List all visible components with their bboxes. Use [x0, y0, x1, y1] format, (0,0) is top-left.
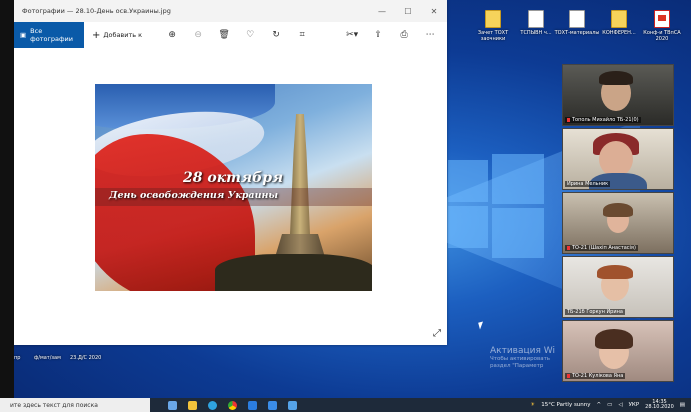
add-to-label: Добавить к — [103, 31, 143, 39]
delete-icon[interactable]: 🗑 — [214, 27, 234, 43]
photos-app-icon[interactable] — [284, 398, 300, 412]
desktop-icon-folder[interactable]: Зачет ТОХТ заочники — [469, 10, 517, 42]
participant-tile[interactable]: Тополь Михайло ТБ-21(0) — [562, 64, 674, 126]
desktop-icon-label: ТОХТ-материалы — [554, 30, 600, 36]
desktop-icon-label: Зачет ТОХТ заочники — [477, 30, 509, 42]
photos-toolbar: ▣ Все фотографии + Добавить к ⊕ ⊖ 🗑 ♡ ↻ … — [14, 22, 447, 48]
system-tray: ☀ 15°C Partly sunny ^ ▭ ◁ УКР 14:35 28.1… — [530, 400, 691, 410]
crop-icon[interactable]: ⌗ — [292, 27, 312, 43]
mic-muted-icon — [567, 373, 570, 378]
statue-figure — [289, 114, 311, 244]
participant-name: Ирина Мельник — [567, 181, 609, 187]
participant-name: ТО-21 Кулікова Яна — [572, 373, 624, 379]
close-button[interactable]: ✕ — [421, 7, 447, 16]
all-photos-button[interactable]: ▣ Все фотографии — [14, 22, 84, 48]
windows-activation-watermark: Активация Wi Чтобы активировать раздел "… — [490, 346, 555, 370]
desktop-icon-label[interactable]: пр — [14, 355, 20, 361]
desktop-icon-pdf[interactable]: Конф-и ТВпСА 2020 — [638, 10, 686, 42]
photo-date-text: 28 октября — [183, 170, 284, 186]
mic-muted-icon — [567, 117, 570, 122]
expand-icon[interactable]: ⤢ — [433, 328, 441, 339]
participant-name: Тополь Михайло ТБ-21(0) — [572, 117, 639, 123]
zoom-out-icon[interactable]: ⊖ — [188, 27, 208, 43]
participant-name: ТБ-21б Горкун Ирина — [567, 309, 623, 315]
volume-icon[interactable]: ◁ — [618, 402, 622, 408]
desktop-icon-folder[interactable]: КОНФЕРЕН... — [595, 10, 643, 36]
store-icon[interactable] — [244, 398, 260, 412]
edit-icon[interactable]: ✂▾ — [342, 27, 362, 43]
desktop-icon-label[interactable]: 23.Д/С 2020 — [70, 355, 101, 361]
folder-icon — [485, 10, 501, 28]
photos-icon: ▣ — [20, 31, 27, 39]
clock-date: 28.10.2020 — [645, 404, 674, 410]
desktop-icon-document[interactable]: ТОХТ-материалы — [553, 10, 601, 36]
weather-text[interactable]: 15°C Partly sunny — [541, 402, 590, 408]
desktop-icon-label: КОНФЕРЕН... — [602, 30, 636, 36]
video-participants-panel: Тополь Михайло ТБ-21(0) Ирина Мельник ТО… — [562, 64, 674, 382]
window-title: Фотографии — 28.10-День осв.Украины.jpg — [22, 7, 171, 15]
maximize-button[interactable]: ☐ — [395, 7, 421, 16]
photos-window: Фотографии — 28.10-День осв.Украины.jpg … — [14, 0, 447, 345]
add-to-button[interactable]: + Добавить к — [92, 30, 142, 41]
all-photos-label: Все фотографии — [30, 27, 73, 43]
activation-line: раздел "Параметр — [490, 363, 544, 369]
file-explorer-icon[interactable] — [184, 398, 200, 412]
network-icon[interactable]: ▭ — [607, 402, 612, 408]
zoom-in-icon[interactable]: ⊕ — [162, 27, 182, 43]
photo-image[interactable]: 28 октября День освобождения Украины — [95, 84, 372, 291]
pdf-icon — [654, 10, 670, 28]
photo-caption-text: День освобождения Украины — [109, 190, 279, 201]
clock[interactable]: 14:35 28.10.2020 — [645, 400, 674, 410]
activation-line: Чтобы активировать — [490, 356, 551, 362]
print-icon[interactable]: ⎙ — [394, 27, 414, 43]
plus-icon: + — [92, 29, 101, 41]
rotate-icon[interactable]: ↻ — [266, 27, 286, 43]
document-icon — [569, 10, 585, 28]
left-edge — [0, 0, 14, 398]
favorite-icon[interactable]: ♡ — [240, 27, 260, 43]
activation-title: Активация Wi — [490, 346, 555, 356]
search-placeholder: ите здесь текст для поиска — [10, 401, 98, 409]
folder-icon — [611, 10, 627, 28]
mail-icon[interactable] — [264, 398, 280, 412]
desktop-icon-label: Конф-и ТВпСА 2020 — [643, 30, 681, 42]
participant-tile[interactable]: ТО-21 Кулікова Яна — [562, 320, 674, 382]
taskbar: ите здесь текст для поиска ☀ 15°C Partly… — [0, 398, 691, 412]
window-titlebar[interactable]: Фотографии — 28.10-День осв.Украины.jpg … — [14, 0, 447, 22]
participant-tile[interactable]: ТБ-21б Горкун Ирина — [562, 256, 674, 318]
mic-muted-icon — [567, 245, 570, 250]
participant-tile[interactable]: ТО-21 (Шахіп Анастасія) — [562, 192, 674, 254]
chrome-icon[interactable] — [224, 398, 240, 412]
notifications-icon[interactable]: ▤ — [680, 402, 685, 408]
task-view-icon[interactable] — [164, 398, 180, 412]
more-icon[interactable]: ⋯ — [420, 27, 440, 43]
chevron-up-icon[interactable]: ^ — [597, 402, 602, 408]
share-icon[interactable]: ⇪ — [368, 27, 388, 43]
photo-viewer: 28 октября День освобождения Украины ⤢ — [14, 48, 447, 345]
weather-icon[interactable]: ☀ — [530, 402, 535, 408]
edge-icon[interactable] — [204, 398, 220, 412]
language-indicator[interactable]: УКР — [629, 402, 640, 408]
desktop-icon-label[interactable]: ф/мат/зам — [34, 355, 61, 361]
document-icon — [528, 10, 544, 28]
taskbar-search-input[interactable]: ите здесь текст для поиска — [0, 398, 150, 412]
participant-tile[interactable]: Ирина Мельник — [562, 128, 674, 190]
participant-name: ТО-21 (Шахіп Анастасія) — [572, 245, 636, 251]
minimize-button[interactable]: — — [369, 7, 395, 16]
